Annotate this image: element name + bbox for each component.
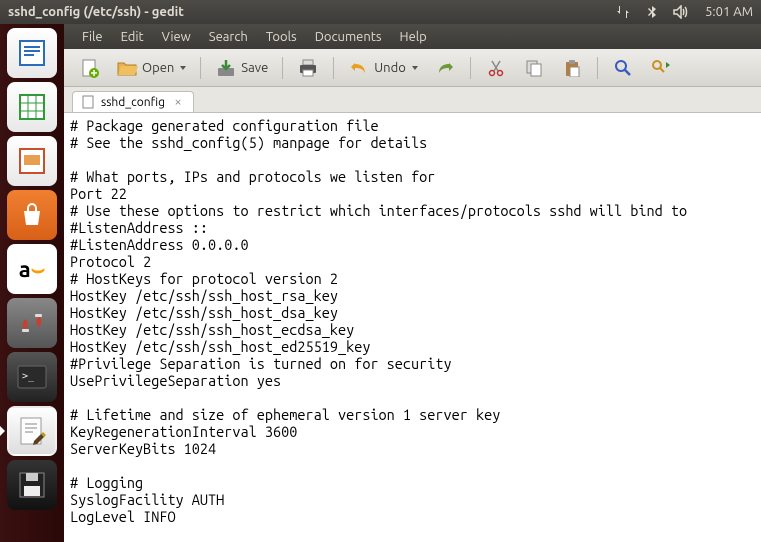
editor-area[interactable]: # Package generated configuration file #…	[64, 113, 761, 542]
menu-help[interactable]: Help	[392, 27, 435, 47]
window-title: sshd_config (/etc/ssh) - gedit	[8, 5, 184, 19]
undo-label: Undo	[374, 61, 406, 75]
network-icon[interactable]	[615, 4, 631, 20]
tab-close-button[interactable]: ×	[171, 95, 185, 109]
menu-tools[interactable]: Tools	[258, 27, 305, 47]
toolbar-separator	[597, 57, 598, 79]
copy-icon	[523, 57, 545, 79]
toolbar-separator	[333, 57, 334, 79]
toolbar-separator	[282, 57, 283, 79]
find-replace-icon	[650, 57, 672, 79]
toolbar: Open Save Undo	[64, 49, 761, 87]
settings-icon	[13, 304, 51, 342]
find-replace-button[interactable]	[644, 53, 678, 83]
cut-button[interactable]	[479, 53, 513, 83]
undo-dropdown-icon	[412, 66, 418, 70]
tab-bar: sshd_config ×	[64, 87, 761, 113]
calc-icon	[13, 88, 51, 126]
save-button[interactable]: Save	[209, 53, 274, 83]
launcher-terminal[interactable]: >_	[7, 352, 57, 402]
new-button[interactable]	[72, 53, 106, 83]
sound-icon[interactable]	[673, 5, 691, 19]
paste-button[interactable]	[555, 53, 589, 83]
launcher-libreoffice-calc[interactable]	[7, 82, 57, 132]
save-label: Save	[241, 61, 268, 75]
launcher-libreoffice-writer[interactable]	[7, 28, 57, 78]
undo-icon	[348, 57, 370, 79]
redo-icon	[434, 57, 456, 79]
tab-label: sshd_config	[101, 96, 165, 109]
launcher-system-settings[interactable]	[7, 298, 57, 348]
open-label: Open	[142, 61, 174, 75]
search-icon	[612, 57, 634, 79]
menubar: File Edit View Search Tools Documents He…	[64, 24, 761, 49]
menu-search[interactable]: Search	[201, 27, 256, 47]
writer-icon	[13, 34, 51, 72]
launcher-libreoffice-impress[interactable]	[7, 136, 57, 186]
editor-text[interactable]: # Package generated configuration file #…	[70, 117, 755, 525]
toolbar-separator	[200, 57, 201, 79]
indicators: 5:01 AM	[615, 4, 753, 20]
top-panel: sshd_config (/etc/ssh) - gedit 5:01 AM	[0, 0, 761, 24]
impress-icon	[13, 142, 51, 180]
open-dropdown-icon	[180, 66, 186, 70]
copy-button[interactable]	[517, 53, 551, 83]
menu-view[interactable]: View	[154, 27, 199, 47]
open-button[interactable]: Open	[110, 53, 192, 83]
find-button[interactable]	[606, 53, 640, 83]
launcher-text-editor[interactable]	[7, 406, 57, 456]
gedit-icon	[13, 412, 51, 450]
save-icon	[215, 57, 237, 79]
print-icon	[297, 57, 319, 79]
paste-icon	[561, 57, 583, 79]
print-button[interactable]	[291, 53, 325, 83]
cut-icon	[485, 57, 507, 79]
menu-file[interactable]: File	[74, 27, 111, 47]
unity-launcher: a⌣ >_	[0, 24, 64, 542]
tab-sshd-config[interactable]: sshd_config ×	[72, 91, 194, 112]
launcher-ubuntu-software[interactable]	[7, 190, 57, 240]
undo-button[interactable]: Undo	[342, 53, 424, 83]
clock[interactable]: 5:01 AM	[705, 5, 753, 19]
menu-edit[interactable]: Edit	[113, 27, 152, 47]
amazon-icon: a⌣	[13, 250, 51, 288]
launcher-save-disk[interactable]	[7, 460, 57, 510]
new-file-icon	[78, 57, 100, 79]
floppy-icon	[13, 466, 51, 504]
launcher-amazon[interactable]: a⌣	[7, 244, 57, 294]
redo-button[interactable]	[428, 53, 462, 83]
document-icon	[81, 95, 95, 109]
menu-documents[interactable]: Documents	[307, 27, 390, 47]
svg-text:>_: >_	[22, 371, 35, 382]
terminal-icon: >_	[13, 358, 51, 396]
bluetooth-icon[interactable]	[645, 5, 659, 19]
software-center-icon	[13, 196, 51, 234]
toolbar-separator	[470, 57, 471, 79]
open-folder-icon	[116, 57, 138, 79]
